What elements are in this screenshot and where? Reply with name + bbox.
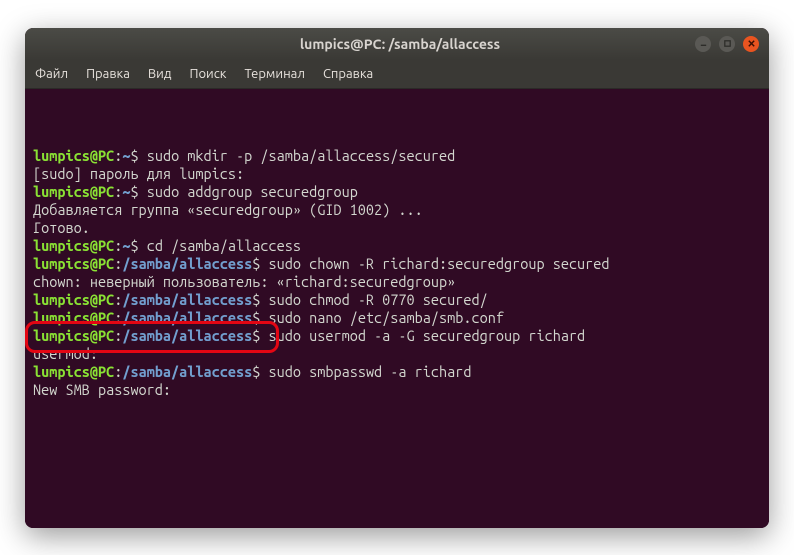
prompt-user-host: lumpics@PC <box>33 147 114 164</box>
command-text: sudo addgroup securedgroup <box>147 183 358 200</box>
prompt-user-host: lumpics@PC <box>33 309 114 326</box>
minimize-icon <box>699 39 708 48</box>
terminal-command-line: lumpics@PC:/samba/allaccess$ sudo chmod … <box>33 291 761 309</box>
terminal-output-line: New SMB password: <box>33 381 761 399</box>
command-text: cd /samba/allaccess <box>147 237 301 254</box>
terminal-output-line: usermod: <box>33 345 761 363</box>
menu-file[interactable]: Файл <box>35 67 68 81</box>
output-text: New SMB password: <box>33 381 171 398</box>
command-text: sudo usermod -a -G securedgroup richard <box>269 327 586 344</box>
prompt-user-host: lumpics@PC <box>33 327 114 344</box>
window-title: lumpics@PC: /samba/allaccess <box>105 36 695 52</box>
minimize-button[interactable] <box>695 36 711 52</box>
prompt-user-host: lumpics@PC <box>33 363 114 380</box>
command-text: sudo nano /etc/samba/smb.conf <box>269 309 504 326</box>
window-controls <box>695 36 759 52</box>
terminal-command-line: lumpics@PC:~$ cd /samba/allaccess <box>33 237 761 255</box>
prompt-path: /samba/allaccess <box>122 363 252 380</box>
terminal-window: lumpics@PC: /samba/allaccess Файл Правка… <box>25 28 769 528</box>
command-text: sudo smbpasswd -a richard <box>269 363 472 380</box>
menu-terminal[interactable]: Терминал <box>244 67 304 81</box>
maximize-icon <box>723 39 732 48</box>
terminal-command-line: lumpics@PC:~$ sudo mkdir -p /samba/allac… <box>33 147 761 165</box>
terminal-command-line: lumpics@PC:~$ sudo addgroup securedgroup <box>33 183 761 201</box>
command-text: sudo chown -R richard:securedgroup secur… <box>269 255 610 272</box>
terminal-output-line: Готово. <box>33 219 761 237</box>
prompt-path: /samba/allaccess <box>122 255 252 272</box>
terminal-command-line: lumpics@PC:/samba/allaccess$ sudo usermo… <box>33 327 761 345</box>
command-text: sudo mkdir -p /samba/allaccess/secured <box>147 147 456 164</box>
prompt-user-host: lumpics@PC <box>33 183 114 200</box>
prompt-path: /samba/allaccess <box>122 327 252 344</box>
menubar: Файл Правка Вид Поиск Терминал Справка <box>25 60 769 89</box>
maximize-button[interactable] <box>719 36 735 52</box>
prompt-user-host: lumpics@PC <box>33 291 114 308</box>
terminal-command-line: lumpics@PC:/samba/allaccess$ sudo smbpas… <box>33 363 761 381</box>
menu-help[interactable]: Справка <box>323 67 373 81</box>
menu-search[interactable]: Поиск <box>189 67 226 81</box>
terminal-body[interactable]: lumpics@PC:~$ sudo mkdir -p /samba/allac… <box>25 89 769 528</box>
menu-view[interactable]: Вид <box>148 67 172 81</box>
command-text: sudo chmod -R 0770 secured/ <box>269 291 488 308</box>
output-text: Добавляется группа «securedgroup» (GID 1… <box>33 201 423 218</box>
close-icon <box>747 39 756 48</box>
terminal-command-line: lumpics@PC:/samba/allaccess$ sudo chown … <box>33 255 761 273</box>
terminal-output-line: chown: неверный пользователь: «richard:s… <box>33 273 761 291</box>
prompt-path: /samba/allaccess <box>122 291 252 308</box>
terminal-command-line: lumpics@PC:/samba/allaccess$ sudo nano /… <box>33 309 761 327</box>
output-text: chown: неверный пользователь: «richard:s… <box>33 273 455 290</box>
output-text: usermod: <box>33 345 98 362</box>
titlebar[interactable]: lumpics@PC: /samba/allaccess <box>25 28 769 60</box>
prompt-user-host: lumpics@PC <box>33 237 114 254</box>
terminal-output-line: [sudo] пароль для lumpics: <box>33 165 761 183</box>
prompt-user-host: lumpics@PC <box>33 255 114 272</box>
output-text: Готово. <box>33 219 90 236</box>
terminal-output-line: Добавляется группа «securedgroup» (GID 1… <box>33 201 761 219</box>
prompt-path: /samba/allaccess <box>122 309 252 326</box>
menu-edit[interactable]: Правка <box>86 67 130 81</box>
output-text: [sudo] пароль для lumpics: <box>33 165 244 182</box>
close-button[interactable] <box>743 36 759 52</box>
